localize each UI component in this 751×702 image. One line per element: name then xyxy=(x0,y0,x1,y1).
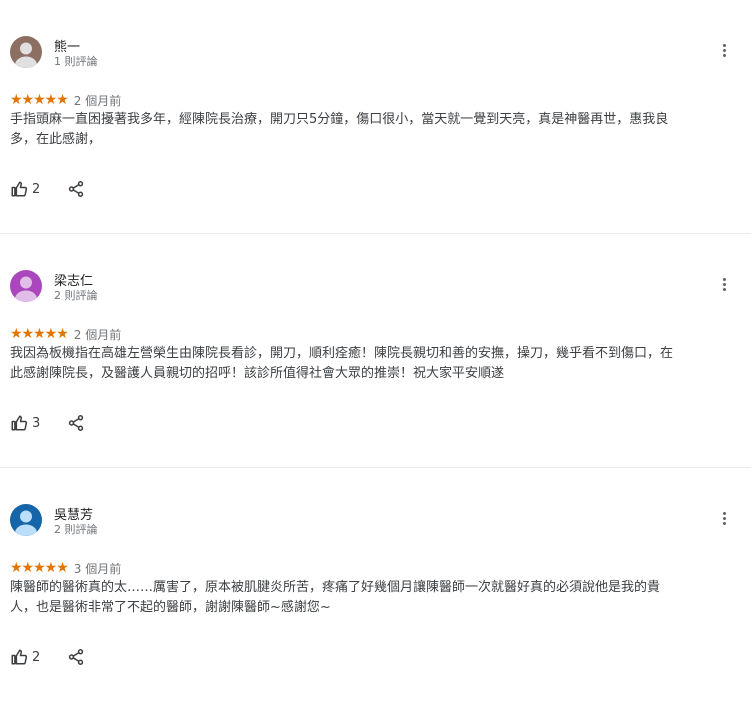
rating-row: ★★★★★ 3 個月前 xyxy=(10,560,121,576)
rating-row: ★★★★★ 2 個月前 xyxy=(10,326,121,342)
reviewer-review-count: 2 則評論 xyxy=(54,523,98,536)
person-icon xyxy=(10,270,42,302)
avatar[interactable] xyxy=(10,270,42,302)
more-vert-icon xyxy=(716,278,732,291)
more-options-button[interactable] xyxy=(716,510,732,528)
review-text: 手指頭麻一直困擾著我多年，經陳院長治療，開刀只5分鐘，傷口很小，當天就一覺到天亮… xyxy=(10,112,669,147)
more-options-button[interactable] xyxy=(716,42,732,60)
person-icon xyxy=(10,36,42,68)
more-options-button[interactable] xyxy=(716,276,732,294)
more-vert-icon xyxy=(716,512,732,525)
review-date: 2 個月前 xyxy=(73,327,122,342)
like-count: 3 xyxy=(32,415,41,431)
review-date: 2 個月前 xyxy=(73,93,122,108)
review-item: 熊一 1 則評論 ★★★★★ 2 個月前 手指頭麻一直困擾著我多年，經陳院長治療… xyxy=(0,0,751,234)
review-text: 我因為板機指在高雄左營榮生由陳院長看診，開刀，順利痊癒！陳院長親切和善的安撫，操… xyxy=(10,346,674,381)
reviews-list: 熊一 1 則評論 ★★★★★ 2 個月前 手指頭麻一直困擾著我多年，經陳院長治療… xyxy=(0,0,751,702)
thumb-up-icon xyxy=(11,181,28,197)
like-button[interactable]: 3 xyxy=(10,414,40,432)
reviewer-review-count: 2 則評論 xyxy=(54,289,98,302)
thumb-up-icon xyxy=(11,649,28,665)
avatar[interactable] xyxy=(10,36,42,68)
star-rating: ★★★★★ xyxy=(10,92,69,108)
review-date: 3 個月前 xyxy=(73,561,122,576)
like-count: 2 xyxy=(32,649,41,665)
share-button[interactable] xyxy=(67,414,85,432)
thumb-up-icon xyxy=(11,415,28,431)
star-rating: ★★★★★ xyxy=(10,560,69,576)
person-icon xyxy=(10,504,42,536)
like-button[interactable]: 2 xyxy=(10,648,40,666)
review-item: 吳慧芳 2 則評論 ★★★★★ 3 個月前 陳醫師的醫術真的太……厲害了，原本被… xyxy=(0,468,751,702)
reviewer-review-count: 1 則評論 xyxy=(54,55,98,68)
share-icon xyxy=(68,415,84,431)
share-button[interactable] xyxy=(67,180,85,198)
star-rating: ★★★★★ xyxy=(10,326,69,342)
share-button[interactable] xyxy=(67,648,85,666)
avatar[interactable] xyxy=(10,504,42,536)
review-text: 陳醫師的醫術真的太……厲害了，原本被肌腱炎所苦，疼痛了好幾個月讓陳醫師一次就醫好… xyxy=(10,580,661,615)
like-button[interactable]: 2 xyxy=(10,180,40,198)
review-item: 梁志仁 2 則評論 ★★★★★ 2 個月前 我因為板機指在高雄左營榮生由陳院長看… xyxy=(0,234,751,468)
share-icon xyxy=(68,181,84,197)
more-vert-icon xyxy=(716,44,732,57)
share-icon xyxy=(68,649,84,665)
like-count: 2 xyxy=(32,181,41,197)
rating-row: ★★★★★ 2 個月前 xyxy=(10,92,121,108)
